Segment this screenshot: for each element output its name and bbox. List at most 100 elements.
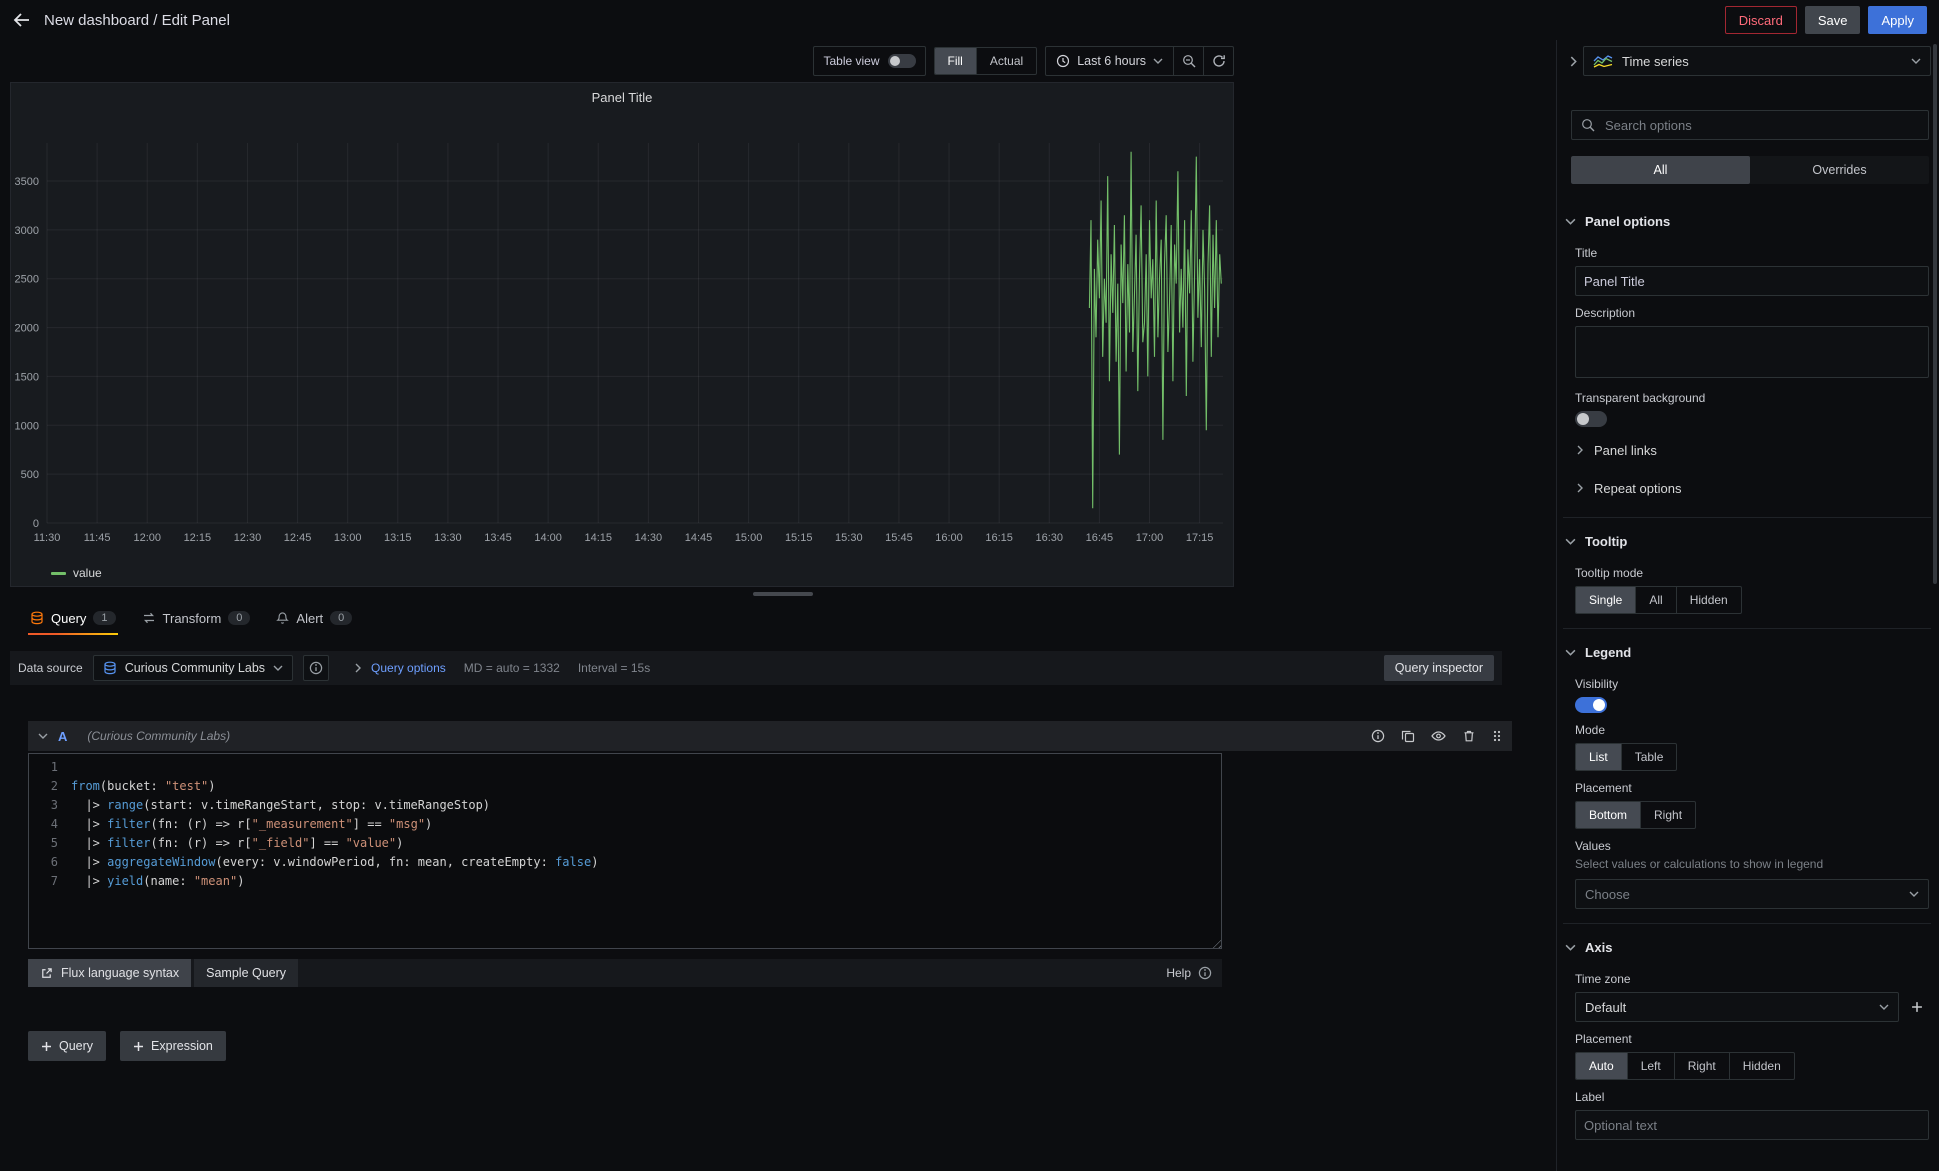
datasource-picker[interactable]: Curious Community Labs — [93, 655, 293, 681]
help-circle-icon — [1198, 966, 1212, 980]
table-view-toggle[interactable] — [888, 54, 916, 68]
chevron-down-icon — [1565, 218, 1576, 225]
duplicate-query-icon[interactable] — [1401, 729, 1415, 743]
plus-icon — [41, 1041, 52, 1052]
svg-text:17:00: 17:00 — [1136, 532, 1164, 544]
tab-query[interactable]: Query 1 — [28, 601, 118, 635]
svg-text:15:45: 15:45 — [885, 532, 913, 544]
axis-header[interactable]: Axis — [1565, 932, 1929, 962]
options-sidebar: Time series All Overrides Panel options — [1556, 40, 1939, 1171]
splitter-handle[interactable] — [753, 592, 813, 596]
svg-text:3000: 3000 — [15, 225, 39, 237]
svg-text:3500: 3500 — [15, 176, 39, 188]
chevron-down-icon — [1565, 944, 1576, 951]
tooltip-mode-hidden[interactable]: Hidden — [1677, 587, 1741, 613]
svg-text:13:00: 13:00 — [334, 532, 362, 544]
panel-options-header[interactable]: Panel options — [1565, 206, 1929, 236]
help-link[interactable]: Help — [1166, 966, 1222, 980]
datasource-label: Data source — [18, 661, 83, 675]
grafana-edit-panel: New dashboard / Edit Panel Discard Save … — [0, 0, 1939, 1171]
transform-icon — [142, 611, 156, 625]
visualization-picker[interactable]: Time series — [1583, 46, 1931, 76]
add-timezone-button[interactable] — [1905, 992, 1929, 1022]
zoom-out-button[interactable] — [1173, 47, 1203, 75]
drag-handle-icon[interactable] — [1492, 729, 1502, 743]
sample-query-label: Sample Query — [206, 966, 286, 980]
svg-text:16:30: 16:30 — [1036, 532, 1064, 544]
query-help-icon[interactable] — [1371, 729, 1385, 743]
query-count-badge: 1 — [93, 611, 115, 625]
legend-mode-table[interactable]: Table — [1622, 744, 1677, 770]
chevron-down-icon — [1565, 538, 1576, 545]
panel-title-input[interactable] — [1575, 266, 1929, 296]
tab-all[interactable]: All — [1571, 156, 1750, 184]
code-content[interactable]: from(bucket: "test") |> range(start: v.t… — [71, 758, 1221, 948]
legend-values-select[interactable]: Choose — [1575, 879, 1929, 909]
apply-button[interactable]: Apply — [1868, 6, 1927, 34]
delete-query-trash-icon[interactable] — [1462, 729, 1476, 743]
save-button[interactable]: Save — [1805, 6, 1861, 34]
svg-text:14:30: 14:30 — [635, 532, 663, 544]
tooltip-mode-group: Single All Hidden — [1575, 586, 1742, 614]
tooltip-mode-all[interactable]: All — [1636, 587, 1676, 613]
bell-icon — [276, 611, 289, 625]
svg-text:11:30: 11:30 — [34, 532, 61, 544]
datasource-row: Data source Curious Community Labs Query… — [10, 651, 1502, 685]
breadcrumb: New dashboard / Edit Panel — [44, 12, 230, 29]
query-datasource-subtitle: (Curious Community Labs) — [87, 729, 230, 743]
refresh-button[interactable] — [1203, 47, 1233, 75]
flux-code-editor[interactable]: 1234567 from(bucket: "test") |> range(st… — [28, 753, 1222, 949]
tooltip-mode-single[interactable]: Single — [1576, 587, 1636, 613]
add-expression-button[interactable]: Expression — [120, 1031, 226, 1061]
legend-header[interactable]: Legend — [1565, 637, 1929, 667]
tab-alert[interactable]: Alert 0 — [274, 601, 354, 635]
fill-option[interactable]: Fill — [935, 48, 977, 74]
legend-values-placeholder: Choose — [1585, 887, 1909, 902]
description-input[interactable] — [1575, 326, 1929, 378]
tooltip-header[interactable]: Tooltip — [1565, 526, 1929, 556]
add-query-button[interactable]: Query — [28, 1031, 106, 1061]
datasource-help-button[interactable] — [303, 655, 329, 681]
legend-placement-bottom[interactable]: Bottom — [1576, 802, 1641, 828]
zoom-out-icon — [1182, 54, 1196, 68]
chart-legend: value — [11, 560, 1233, 586]
legend-visibility-toggle[interactable] — [1575, 697, 1607, 713]
hide-query-eye-icon[interactable] — [1431, 729, 1446, 743]
axis-placement-right[interactable]: Right — [1675, 1053, 1730, 1079]
axis-placement-left[interactable]: Left — [1628, 1053, 1675, 1079]
time-range-picker[interactable]: Last 6 hours — [1046, 47, 1173, 75]
time-series-viz-icon — [1593, 55, 1613, 68]
query-options-toggle[interactable]: Query options MD = auto = 1332 Interval … — [353, 661, 650, 675]
axis-label-input[interactable] — [1575, 1110, 1929, 1140]
legend-series-label[interactable]: value — [73, 566, 102, 580]
panel-links-label: Panel links — [1594, 443, 1657, 458]
legend-mode-list[interactable]: List — [1576, 744, 1622, 770]
time-controls: Last 6 hours — [1045, 46, 1234, 76]
axis-placement-hidden[interactable]: Hidden — [1730, 1053, 1794, 1079]
table-view-label: Table view — [823, 54, 879, 68]
search-options-input[interactable] — [1603, 117, 1919, 134]
add-query-row: Query Expression — [28, 1031, 1556, 1061]
actual-option[interactable]: Actual — [977, 48, 1036, 74]
tab-overrides[interactable]: Overrides — [1750, 156, 1929, 184]
sample-query-button[interactable]: Sample Query — [194, 959, 298, 987]
query-editor-card: A (Curious Community Labs) 1234567 from(… — [28, 721, 1512, 987]
panel-links-collapse[interactable]: Panel links — [1565, 435, 1929, 465]
legend-visibility-label: Visibility — [1575, 677, 1929, 691]
chevron-right-icon — [1577, 483, 1583, 493]
sidebar-scrollbar[interactable] — [1933, 44, 1937, 584]
chevron-right-icon — [1577, 445, 1583, 455]
timezone-select[interactable]: Default — [1575, 992, 1899, 1022]
collapse-options-button[interactable] — [1563, 46, 1583, 76]
query-inspector-button[interactable]: Query inspector — [1384, 655, 1494, 681]
chevron-down-icon — [1879, 1004, 1889, 1010]
transparent-background-toggle[interactable] — [1575, 411, 1607, 427]
back-button[interactable] — [12, 12, 30, 28]
discard-button[interactable]: Discard — [1725, 6, 1797, 34]
repeat-options-collapse[interactable]: Repeat options — [1565, 473, 1929, 503]
tab-transform[interactable]: Transform 0 — [140, 601, 253, 635]
axis-placement-auto[interactable]: Auto — [1576, 1053, 1628, 1079]
flux-syntax-button[interactable]: Flux language syntax — [28, 959, 191, 987]
query-ref-id[interactable]: A — [58, 729, 67, 744]
legend-placement-right[interactable]: Right — [1641, 802, 1695, 828]
